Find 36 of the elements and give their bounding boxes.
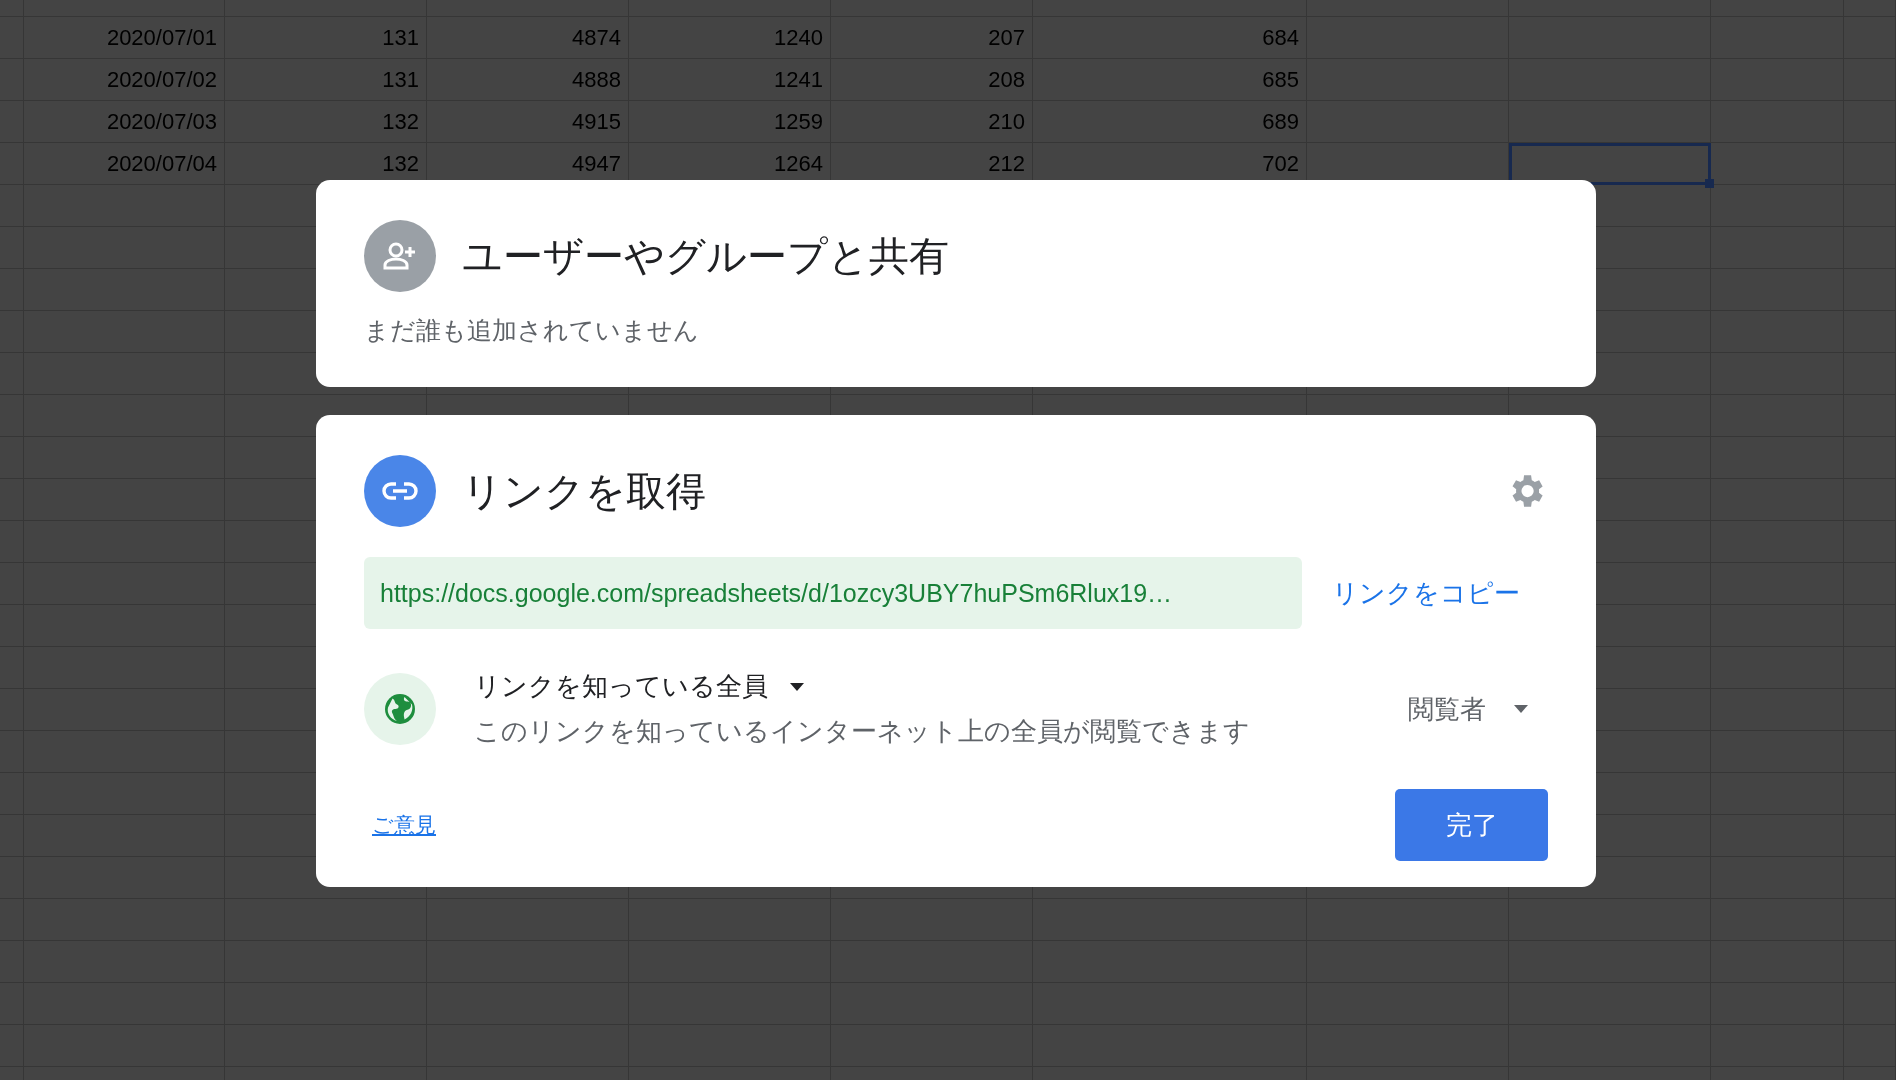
table-cell-text: 208 bbox=[987, 66, 1026, 94]
table-cell-text: 2020/07/03 bbox=[105, 108, 218, 136]
table-cell-text: 685 bbox=[1261, 66, 1300, 94]
table-cell-text: 1259 bbox=[773, 108, 824, 136]
link-field[interactable]: https://docs.google.com/spreadsheets/d/1ozcy3UBY7huPSm6Rlux19… bbox=[364, 557, 1302, 629]
table-cell-text: 1241 bbox=[773, 66, 824, 94]
table-cell-text: 2020/07/01 bbox=[105, 24, 218, 52]
table-cell-text: 132 bbox=[381, 150, 420, 178]
card-title: リンクを取得 bbox=[462, 467, 706, 515]
table-cell-text: 4915 bbox=[571, 108, 622, 136]
feedback-link[interactable]: ご意見 bbox=[372, 811, 436, 839]
access-description: このリンクを知っているインターネット上の全員が閲覧できます bbox=[474, 715, 1250, 748]
caret-icon bbox=[1514, 705, 1528, 713]
done-button[interactable]: 完了 bbox=[1395, 789, 1548, 861]
table-cell-text: 689 bbox=[1261, 108, 1300, 136]
table-cell-text: 4947 bbox=[571, 150, 622, 178]
table-cell-text: 1264 bbox=[773, 150, 824, 178]
caret-icon bbox=[790, 682, 804, 691]
table-cell-text: 4874 bbox=[571, 24, 622, 52]
table-cell-text: 1240 bbox=[773, 24, 824, 52]
role-dropdown[interactable]: 閲覧者 bbox=[1408, 691, 1528, 727]
table-cell-text: 207 bbox=[987, 24, 1026, 52]
table-cell-text: 212 bbox=[987, 150, 1026, 178]
table-cell-text: 132 bbox=[381, 108, 420, 136]
table-cell-text: 2020/07/02 bbox=[105, 66, 218, 94]
copy-link-button[interactable]: リンクをコピー bbox=[1332, 575, 1520, 611]
table-cell-text: 210 bbox=[987, 108, 1026, 136]
status-text: まだ誰も追加されていません bbox=[364, 315, 700, 346]
table-cell-text: 131 bbox=[381, 24, 420, 52]
table-cell-text: 684 bbox=[1261, 24, 1300, 52]
access-dropdown[interactable]: リンクを知っている全員 bbox=[474, 669, 1250, 704]
table-cell-text: 4888 bbox=[571, 66, 622, 94]
table-cell-text: 131 bbox=[381, 66, 420, 94]
table-cell-text: 2020/07/04 bbox=[105, 150, 218, 178]
table-cell-text: 702 bbox=[1261, 150, 1300, 178]
card-title: ユーザーやグループと共有 bbox=[462, 232, 949, 280]
